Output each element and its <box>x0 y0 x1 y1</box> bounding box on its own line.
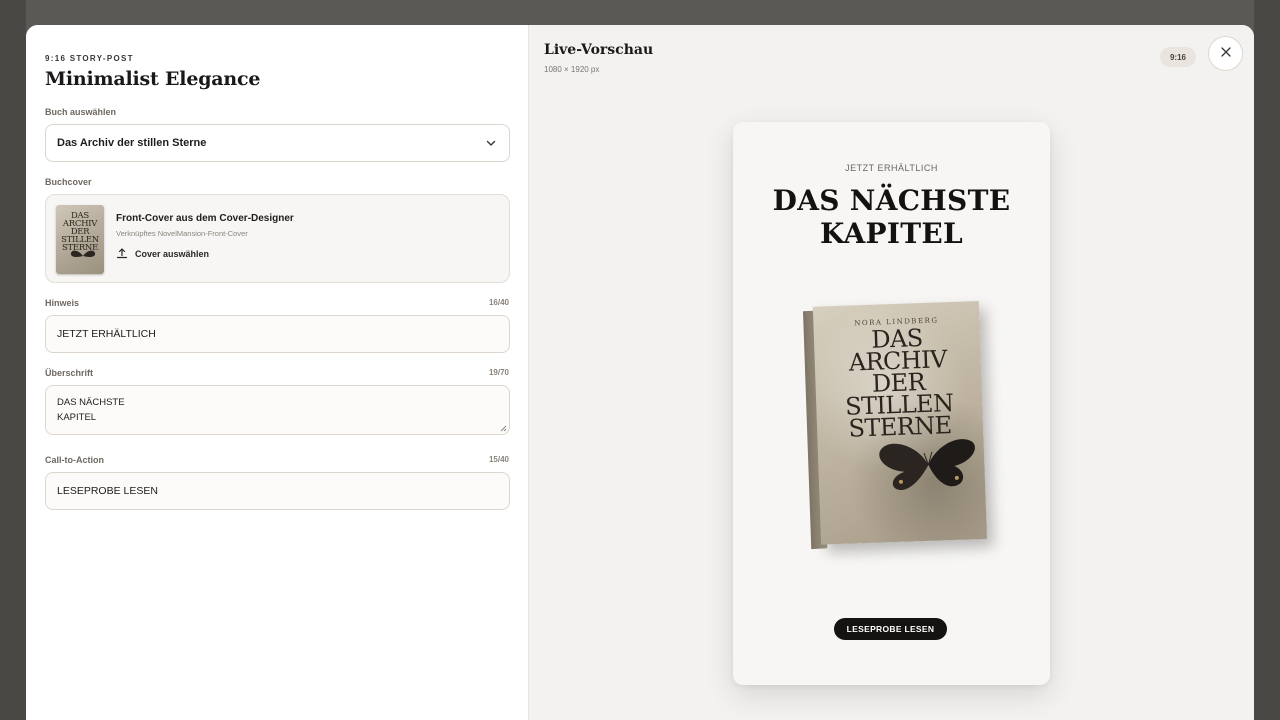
preview-panel: Live-Vorschau 1080 × 1920 px 9:16 JETZT … <box>529 25 1254 720</box>
cover-card: DAS ARCHIV DER STILLEN STERNE Front-Cove… <box>45 194 510 283</box>
cta-input[interactable]: LESEPROBE LESEN <box>45 472 510 510</box>
choose-cover-label: Cover auswählen <box>135 249 210 259</box>
resize-handle-icon[interactable] <box>499 424 507 432</box>
hint-input[interactable]: JETZT ERHÄLTLICH <box>45 315 510 353</box>
story-canvas: JETZT ERHÄLTLICH DAS NÄCHSTE KAPITEL NOR… <box>733 122 1050 685</box>
headline-line-2: KAPITEL <box>57 412 97 423</box>
butterfly-icon <box>879 439 975 490</box>
story-cta-button: LESEPROBE LESEN <box>834 618 947 640</box>
preview-title: Live-Vorschau <box>544 42 654 58</box>
cover-heading: Front-Cover aus dem Cover-Designer <box>116 213 294 224</box>
template-title: Minimalist Elegance <box>45 68 261 90</box>
butterfly-icon <box>70 250 96 257</box>
chevron-down-icon <box>485 137 497 149</box>
upload-icon <box>116 247 128 261</box>
headline-line-1: DAS NÄCHSTE <box>57 397 125 408</box>
headline-label: Überschrift <box>45 368 94 378</box>
cover-label: Buchcover <box>45 177 92 187</box>
book-select[interactable]: Das Archiv der stillen Sterne <box>45 124 510 162</box>
headline-counter: 19/70 <box>488 368 509 377</box>
book-select-label: Buch auswählen <box>45 107 117 117</box>
cover-subtext: Verknüpftes NovelMansion-Front-Cover <box>116 229 248 238</box>
cta-counter: 15/40 <box>488 455 509 464</box>
backdrop-right <box>1254 0 1280 720</box>
backdrop-left <box>0 0 26 720</box>
hint-input-value: JETZT ERHÄLTLICH <box>57 328 156 340</box>
book-title: DAS ARCHIV DER STILLEN STERNE <box>844 323 954 443</box>
story-headline-line-1: DAS NÄCHSTE <box>772 184 1011 217</box>
story-headline: DAS NÄCHSTE KAPITEL <box>733 184 1050 250</box>
hint-label: Hinweis <box>45 298 80 308</box>
ratio-badge: 9:16 <box>1160 47 1196 67</box>
cover-thumbnail-title: DAS ARCHIV DER STILLEN STERNE <box>61 211 99 253</box>
headline-textarea[interactable]: DAS NÄCHSTE KAPITEL <box>45 385 510 435</box>
preview-dimensions: 1080 × 1920 px <box>544 65 600 74</box>
cta-label: Call-to-Action <box>45 455 104 465</box>
editor-panel: 9:16 STORY-POST Minimalist Elegance Buch… <box>26 25 529 720</box>
choose-cover-button[interactable]: Cover auswählen <box>116 247 209 261</box>
cover-thumbnail: DAS ARCHIV DER STILLEN STERNE <box>56 205 104 274</box>
book-select-value: Das Archiv der stillen Sterne <box>57 137 207 149</box>
close-button[interactable] <box>1208 36 1243 71</box>
book-cover: NORA LINDBERG DAS ARCHIV DER STILLEN STE… <box>812 301 988 545</box>
format-eyebrow: 9:16 STORY-POST <box>45 54 134 63</box>
close-icon <box>1220 45 1232 63</box>
story-headline-line-2: KAPITEL <box>819 217 964 250</box>
cta-input-value: LESEPROBE LESEN <box>57 485 158 497</box>
story-editor-modal: 9:16 STORY-POST Minimalist Elegance Buch… <box>26 25 1254 720</box>
hint-counter: 16/40 <box>488 298 509 307</box>
book-mockup: NORA LINDBERG DAS ARCHIV DER STILLEN STE… <box>802 301 988 550</box>
story-kicker: JETZT ERHÄLTLICH <box>845 163 938 173</box>
